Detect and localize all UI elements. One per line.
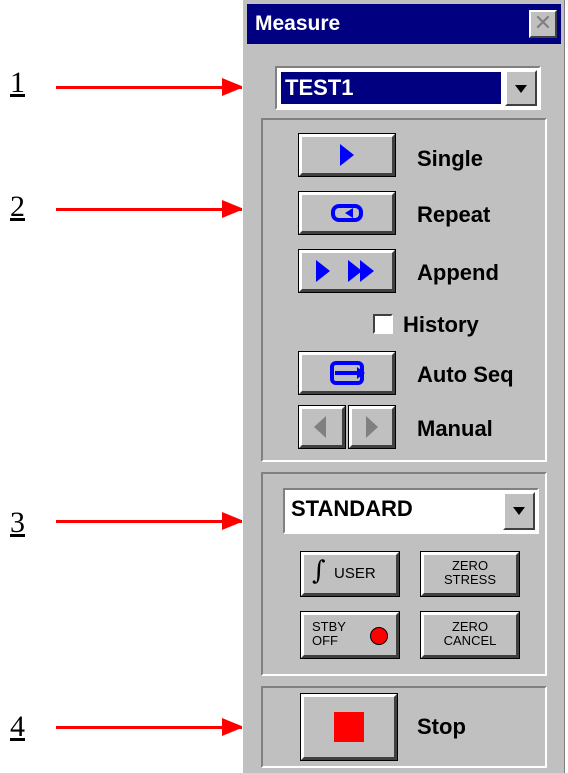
zero-cancel-label-line-2: CANCEL [443, 633, 497, 648]
close-button[interactable]: ✕ [529, 10, 557, 38]
callout-2-arrow [56, 200, 244, 218]
measure-window: Measure ✕ TEST1 Single Repeat Append His… [242, 0, 565, 773]
callout-1: 1 [10, 66, 25, 99]
mode-select-dropdown-button[interactable] [503, 492, 535, 530]
zero-stress-label-line-2: STRESS [443, 572, 496, 587]
manual-prev-button[interactable] [298, 405, 346, 449]
callout-1-arrow [56, 78, 244, 96]
append-icon [316, 260, 330, 282]
manual-label: Manual [417, 416, 493, 441]
zero-cancel-button[interactable]: ZERO CANCEL [420, 611, 520, 659]
test-select[interactable]: TEST1 [275, 66, 541, 110]
close-icon: ✕ [533, 10, 553, 35]
manual-next-button[interactable] [348, 405, 396, 449]
test-select-value: TEST1 [281, 72, 501, 104]
user-label: USER [334, 565, 376, 582]
stby-label-line-2: OFF [312, 633, 338, 648]
single-label: Single [417, 146, 484, 171]
stby-label-line-1: STBY [312, 619, 346, 634]
stop-icon [334, 712, 364, 742]
integral-icon: ∫ [312, 556, 326, 586]
mode-select-value: STANDARD [291, 496, 413, 521]
history-checkbox[interactable] [373, 314, 393, 334]
test-select-dropdown-button[interactable] [505, 70, 537, 106]
zero-stress-button[interactable]: ZERO STRESS [420, 551, 520, 597]
stby-off-button[interactable]: STBY OFF [300, 611, 400, 659]
acquisition-group: Single Repeat Append History Auto Seq Ma… [261, 118, 547, 462]
repeat-button[interactable] [298, 191, 396, 235]
title-bar[interactable]: Measure ✕ [247, 4, 561, 44]
window-title: Measure [255, 12, 341, 35]
auto-seq-button[interactable] [298, 351, 396, 395]
callout-4-arrow [56, 718, 244, 736]
play-icon [340, 144, 354, 166]
standby-indicator-icon [370, 627, 388, 645]
callout-3: 3 [10, 506, 25, 539]
callout-3-arrow [56, 512, 244, 530]
stop-label: Stop [417, 714, 466, 739]
chevron-right-icon [366, 416, 378, 438]
append-icon-part [360, 260, 374, 282]
single-button[interactable] [298, 133, 396, 177]
auto-seq-label: Auto Seq [417, 362, 514, 387]
append-label: Append [417, 260, 499, 285]
callout-2: 2 [10, 190, 25, 223]
repeat-label: Repeat [417, 202, 491, 227]
callout-4: 4 [10, 710, 25, 743]
user-button[interactable]: ∫ USER [300, 551, 400, 597]
append-button[interactable] [298, 249, 396, 293]
zero-cancel-label-line-1: ZERO [451, 619, 489, 634]
stop-button[interactable] [300, 693, 398, 761]
mode-select[interactable]: STANDARD [283, 488, 539, 534]
zero-stress-label-line-1: ZERO [451, 558, 489, 573]
chevron-left-icon [314, 416, 326, 438]
auto-seq-icon [330, 361, 365, 385]
repeat-icon [331, 204, 363, 222]
history-label: History [403, 312, 479, 337]
